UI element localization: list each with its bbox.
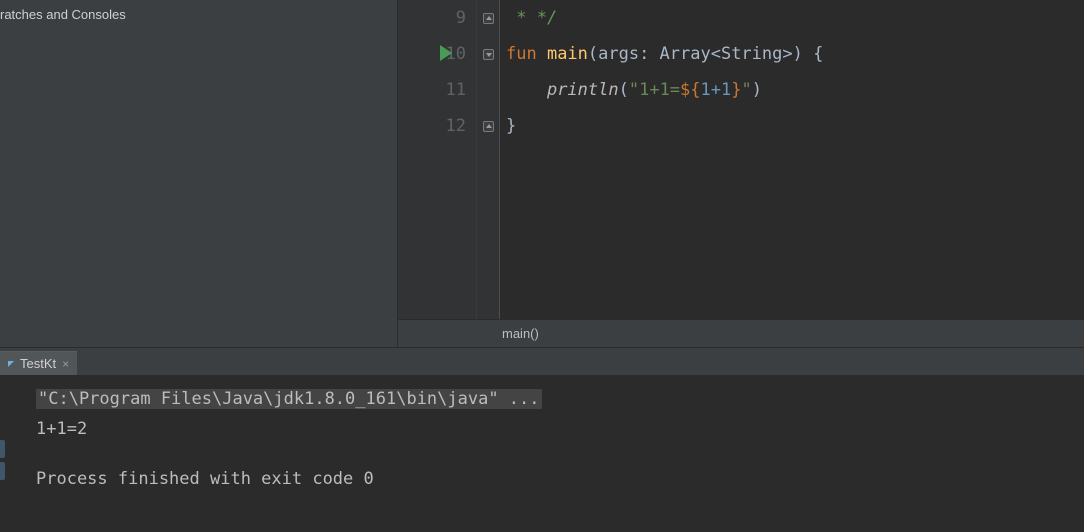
breadcrumb-label: main() <box>502 326 539 341</box>
code-text: "1+1= <box>629 72 680 108</box>
code-text: } <box>506 108 516 144</box>
sidebar-item-scratches[interactable]: ratches and Consoles <box>0 0 397 22</box>
code-text: (args: Array<String>) <box>588 36 813 72</box>
fold-column <box>476 0 500 319</box>
tool-window-stubs <box>0 440 5 480</box>
run-tab[interactable]: TestKt × <box>0 351 77 375</box>
code-text: 1+1 <box>701 72 732 108</box>
close-icon[interactable]: × <box>62 357 69 371</box>
fold-end-icon[interactable] <box>483 13 494 24</box>
run-console[interactable]: "C:\Program Files\Java\jdk1.8.0_161\bin\… <box>0 375 1084 532</box>
code-text: ( <box>619 72 629 108</box>
code-text: ) <box>752 72 762 108</box>
code-text: println <box>547 72 619 108</box>
project-sidebar[interactable]: ratches and Consoles <box>0 0 398 347</box>
run-gutter-icon[interactable] <box>440 45 452 61</box>
code-area[interactable]: * */ fun main(args: Array<String>) { pri… <box>500 0 1084 319</box>
run-tab-bar: TestKt × <box>0 347 1084 375</box>
code-text: main <box>537 36 588 72</box>
tool-stub-icon[interactable] <box>0 440 5 458</box>
tool-stub-icon[interactable] <box>0 462 5 480</box>
code-text: ${ <box>680 72 700 108</box>
line-number: 9 <box>456 8 466 28</box>
line-gutter: 9 10 11 12 <box>398 0 476 319</box>
code-text <box>506 72 547 108</box>
console-exit: Process finished with exit code 0 <box>36 469 1084 489</box>
line-number: 12 <box>446 116 466 136</box>
code-text: } <box>731 72 741 108</box>
line-number: 11 <box>446 80 466 100</box>
code-text: fun <box>506 36 537 72</box>
run-tab-label: TestKt <box>20 356 56 371</box>
kotlin-icon <box>8 361 14 367</box>
code-text: * */ <box>506 0 557 36</box>
code-text: { <box>813 36 823 72</box>
console-output: 1+1=2 <box>36 419 1084 439</box>
code-editor[interactable]: 9 10 11 12 * */ fun main(args: Array<Str… <box>398 0 1084 319</box>
console-command: "C:\Program Files\Java\jdk1.8.0_161\bin\… <box>36 389 542 409</box>
breadcrumb[interactable]: main() <box>398 319 1084 347</box>
code-text: " <box>742 72 752 108</box>
fold-start-icon[interactable] <box>483 49 494 60</box>
fold-end-icon[interactable] <box>483 121 494 132</box>
